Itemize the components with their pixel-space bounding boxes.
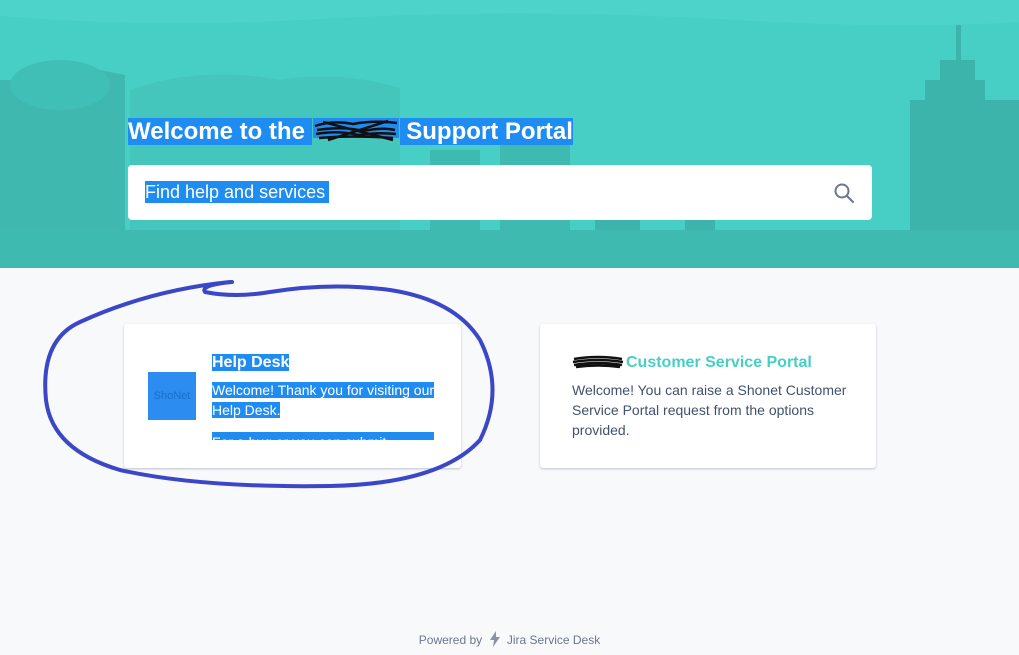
- customer-service-portal-card[interactable]: Customer Service Portal Welcome! You can…: [540, 324, 876, 468]
- title-suffix: Support Portal: [406, 118, 573, 145]
- card-description: Welcome! You can raise a Shonet Customer…: [572, 382, 847, 438]
- search-input[interactable]: Find help and services: [145, 181, 330, 203]
- redacted-company-logo: [572, 355, 624, 369]
- jira-service-desk-link[interactable]: Jira Service Desk: [507, 633, 600, 647]
- bolt-icon: [489, 631, 500, 647]
- help-desk-card[interactable]: ShoNet Help Desk Welcome! Thank you for …: [124, 324, 461, 468]
- card-title[interactable]: Help Desk: [212, 353, 290, 373]
- search-icon[interactable]: [833, 182, 855, 204]
- footer: Powered by Jira Service Desk: [0, 631, 1019, 649]
- powered-by-label: Powered by: [418, 633, 483, 647]
- hero-banner: Welcome to the Support Portal Find help …: [0, 0, 1019, 268]
- search-box[interactable]: Find help and services: [128, 165, 872, 220]
- title-prefix: Welcome to the: [128, 118, 305, 145]
- card-description-continued: For a bug or you can submit Support: [212, 432, 434, 440]
- card-title[interactable]: Customer Service Portal: [626, 353, 812, 373]
- page-title: Welcome to the Support Portal: [128, 116, 573, 148]
- redacted-company-name: [312, 118, 399, 142]
- shonet-logo: ShoNet: [148, 372, 196, 420]
- card-description: Welcome! Thank you for visiting our Help…: [212, 382, 435, 418]
